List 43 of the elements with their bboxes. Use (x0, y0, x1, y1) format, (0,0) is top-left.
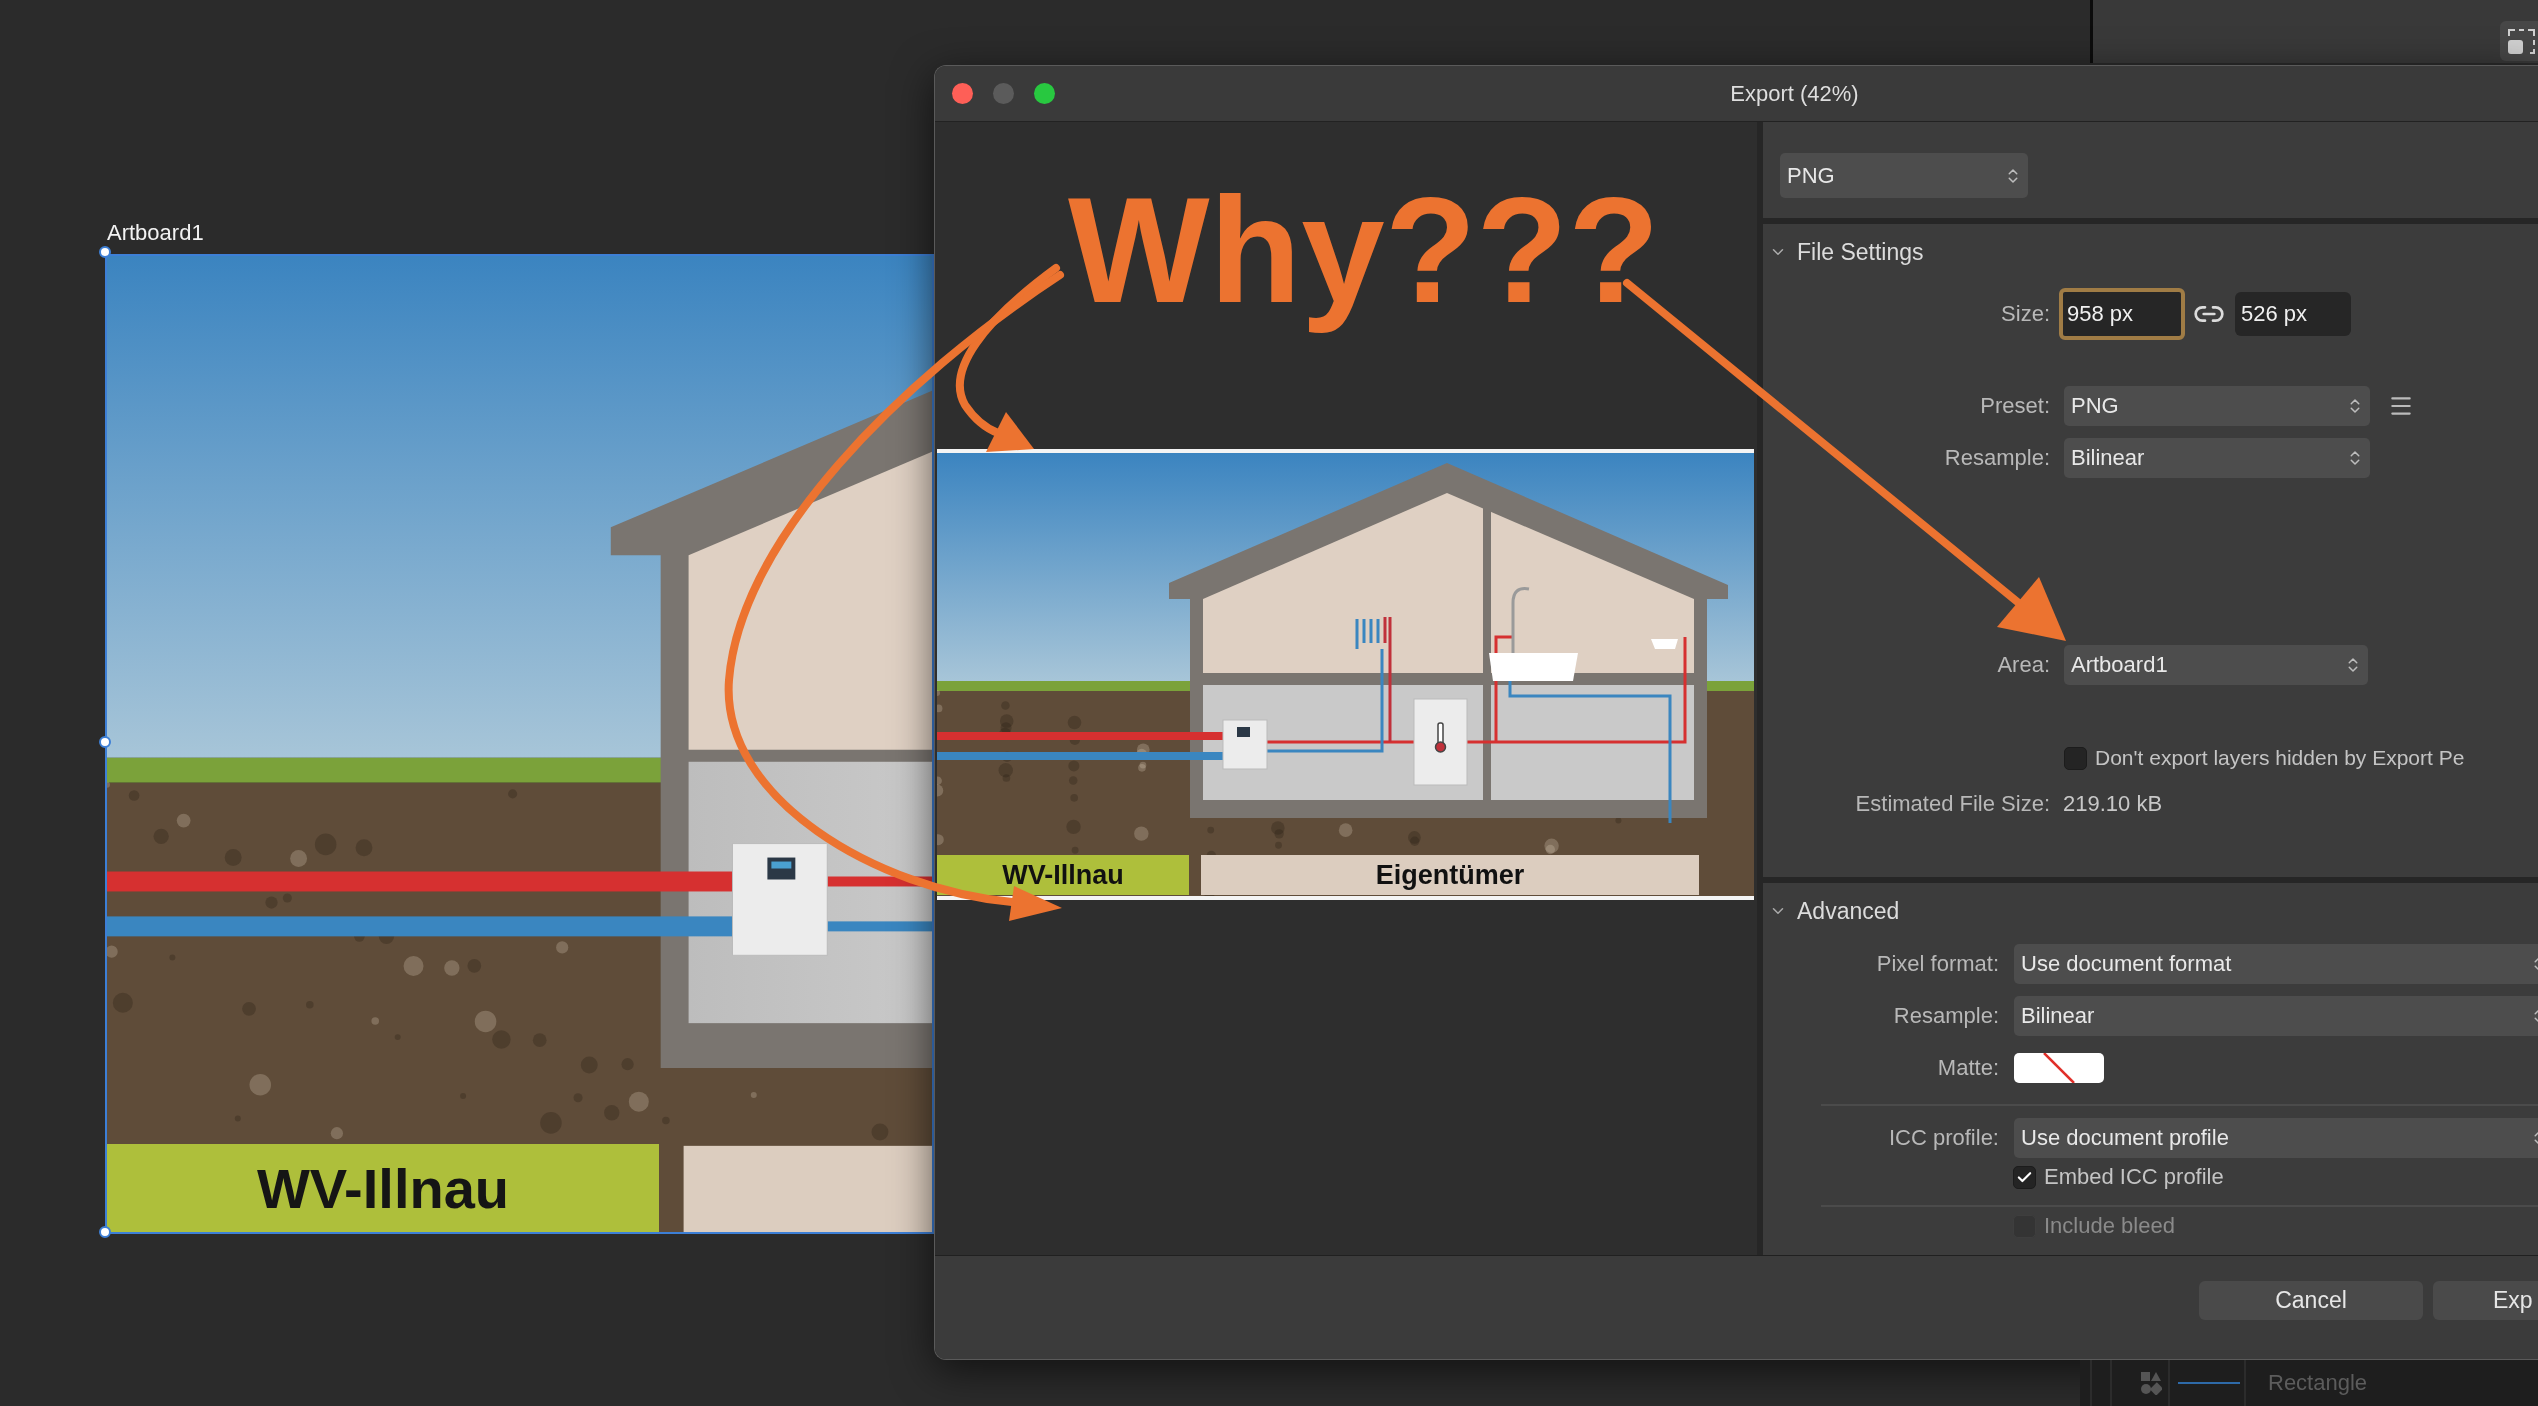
zoom-button[interactable] (1034, 83, 1055, 104)
shapes-icon (2140, 1371, 2162, 1395)
dropdown-select[interactable]: Use document profile (2014, 1118, 2538, 1158)
checkbox-label: Embed ICC profile (2044, 1164, 2224, 1190)
checkbox-label: Don't export layers hidden by Export Pe (2095, 746, 2465, 770)
caption-label: WV-Illnau (937, 855, 1189, 895)
caption-label: WV-Illnau (107, 1144, 659, 1232)
area-select[interactable]: Artboard1 (2064, 645, 2368, 685)
file-size-value: 219.10 kB (2063, 791, 2163, 817)
format-select[interactable]: PNG (1780, 153, 2028, 198)
cancel-button[interactable]: Cancel (2199, 1281, 2423, 1320)
checkbox[interactable] (2064, 746, 2087, 770)
field-label: Matte: (1936, 1055, 1999, 1081)
selection-handle[interactable] (99, 246, 111, 258)
height-field[interactable]: 526 px (2235, 292, 2351, 336)
annotation-text: Why??? (1068, 165, 1660, 336)
toolbar-button[interactable] (2500, 21, 2538, 61)
dashed-square-icon (2506, 28, 2535, 54)
window-title: Export (42%) (1730, 80, 1859, 107)
artboard-label: Artboard1 (107, 220, 204, 246)
field-label: Area: (1996, 652, 2050, 678)
preset-select[interactable]: PNG (2064, 386, 2370, 426)
field-label: ICC profile: (1887, 1125, 1999, 1151)
field-label: Estimated File Size: (1854, 791, 2050, 817)
selection-handle[interactable] (99, 736, 111, 748)
field-label: Resample: (1943, 445, 2050, 471)
close-button[interactable] (952, 83, 973, 104)
caption-label: Eigentümer (1201, 855, 1699, 895)
field-label: Size: (2000, 301, 2050, 327)
field-label: Preset: (1979, 393, 2050, 419)
section-header[interactable]: File Settings (1763, 224, 2538, 280)
field-label: Resample: (1892, 1003, 1999, 1029)
export-button[interactable]: Exp (2433, 1281, 2538, 1320)
section-header[interactable]: Advanced (1763, 883, 2538, 939)
width-field[interactable]: 958 px (2059, 288, 2185, 340)
checkbox-label: Include bleed (2044, 1213, 2175, 1239)
resample-select[interactable]: Bilinear (2064, 438, 2370, 478)
dropdown-select[interactable]: Use document format (2014, 944, 2538, 984)
checkbox[interactable] (2013, 1165, 2036, 1189)
dropdown-select[interactable]: Bilinear (2014, 996, 2538, 1036)
selection-handle[interactable] (99, 1226, 111, 1238)
color-swatch[interactable] (2014, 1053, 2104, 1083)
field-label: Pixel format: (1875, 951, 1999, 977)
